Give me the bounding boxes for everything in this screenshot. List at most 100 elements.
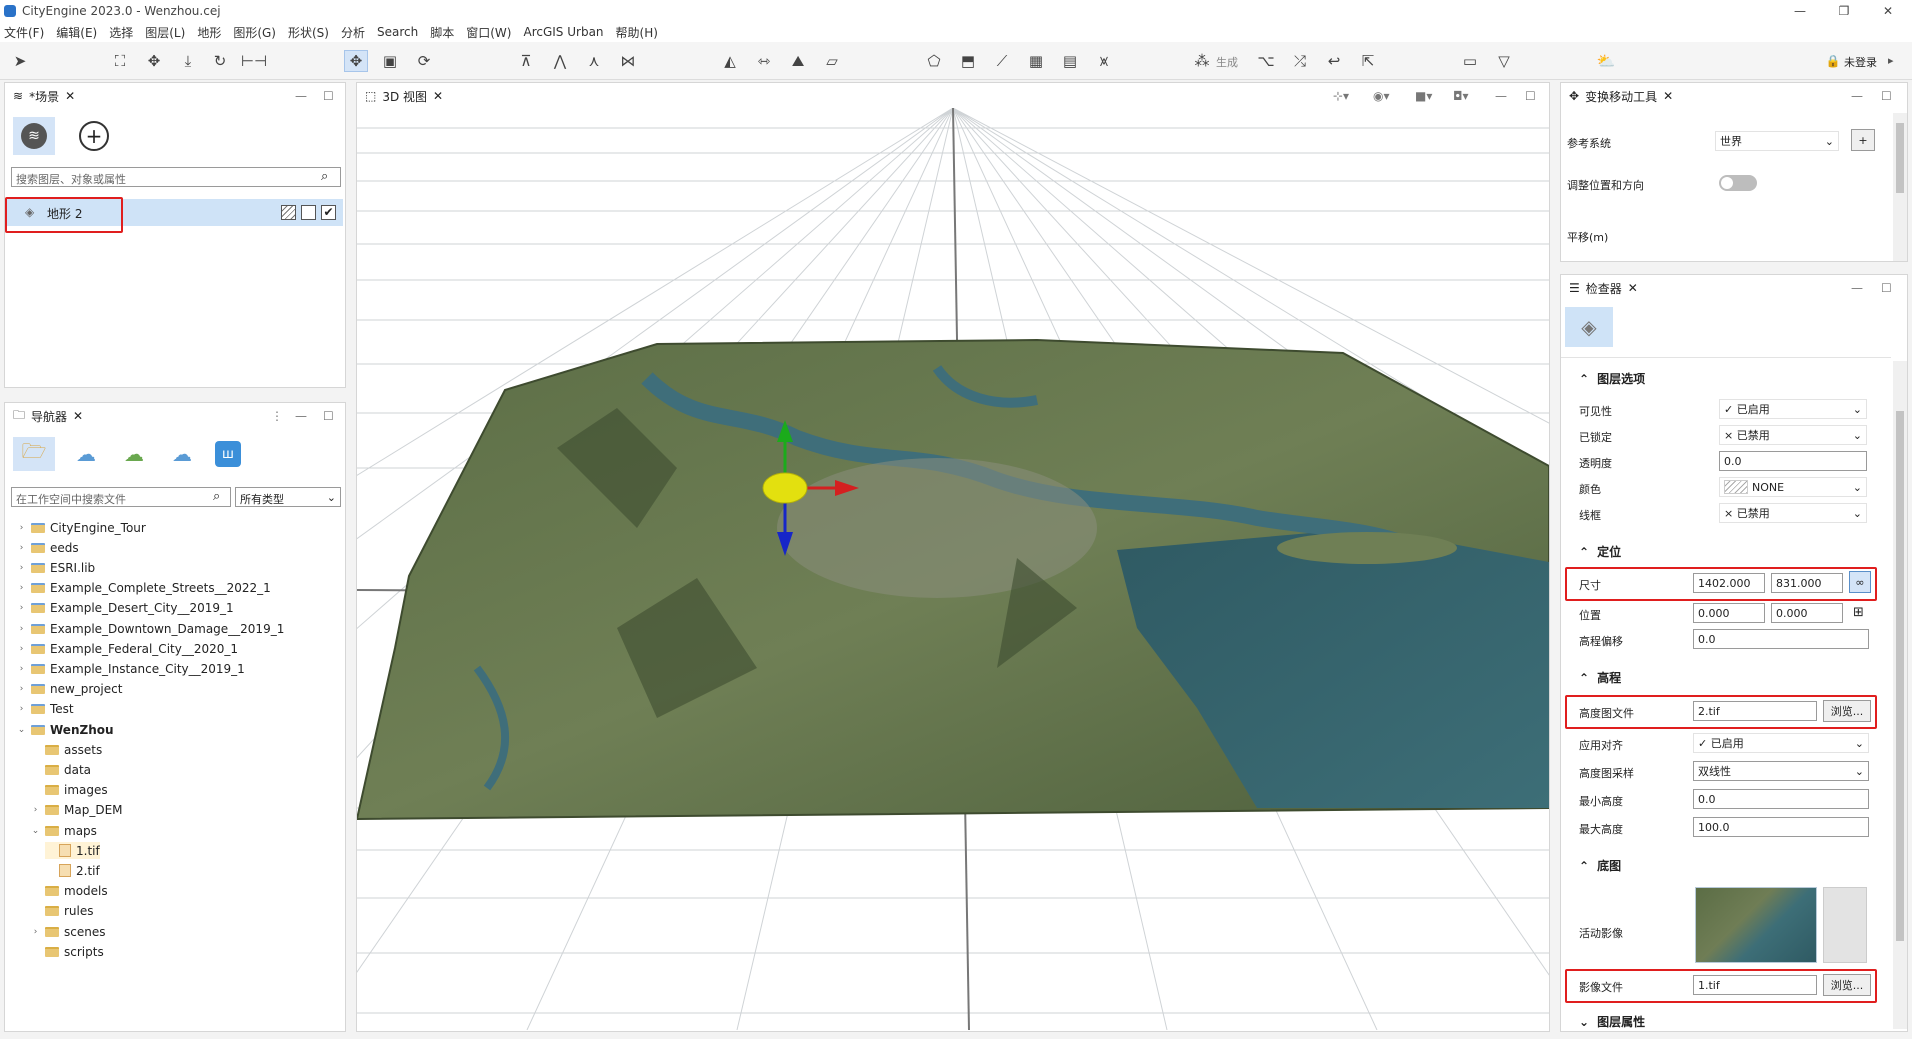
ruler-icon[interactable]: ▭ xyxy=(1458,50,1482,72)
layer-lock-checkbox[interactable] xyxy=(301,205,316,220)
basemap-header[interactable]: ⌃ 底图 xyxy=(1579,857,1621,874)
shape-edit-icon[interactable]: ◭ xyxy=(718,50,742,72)
center-handle-icon[interactable] xyxy=(762,472,808,504)
login-status[interactable]: 未登录 xyxy=(1844,54,1877,70)
menu-item[interactable]: 选择 xyxy=(109,24,133,41)
opacity-input[interactable]: 0.0 xyxy=(1719,451,1867,471)
menu-item[interactable]: 图形(G) xyxy=(233,24,276,41)
close-tab-icon[interactable]: ✕ xyxy=(1663,89,1673,103)
menu-item[interactable]: 形状(S) xyxy=(288,24,329,41)
maximize-panel-icon[interactable]: ☐ xyxy=(323,89,334,103)
layer-pattern-toggle[interactable] xyxy=(281,205,296,220)
layers-view-button[interactable]: ≋ xyxy=(13,117,55,155)
align-select[interactable]: ✓ 已启用 ⌄ xyxy=(1693,733,1869,753)
layer-options-header[interactable]: ⌃ 图层选项 xyxy=(1579,370,1645,387)
collapsed-chevron-icon[interactable]: › xyxy=(17,603,26,613)
collapsed-chevron-icon[interactable]: › xyxy=(17,704,26,714)
scene-tab[interactable]: ≋ *场景 ✕ xyxy=(5,83,83,109)
scene-search-input[interactable]: 搜索图层、对象或属性 xyxy=(11,167,341,187)
grow-street-icon[interactable]: ⋏ xyxy=(582,50,606,72)
shuffle-icon[interactable]: ⤮ xyxy=(1288,50,1312,72)
lane-tool-icon[interactable]: ⇿ xyxy=(752,50,776,72)
maximize-panel-icon[interactable]: ☐ xyxy=(323,409,334,423)
project-item[interactable]: › new_project xyxy=(17,681,123,698)
project-item[interactable]: › eeds xyxy=(17,539,79,556)
pan-tool-icon[interactable]: ✥ xyxy=(142,50,166,72)
measure-icon[interactable]: ⊢⊣ xyxy=(241,50,267,72)
arcgis-online-icon[interactable]: ☁ xyxy=(165,437,199,471)
imagery-thumbnail[interactable] xyxy=(1695,887,1817,963)
ref-system-select[interactable]: 世界 ⌄ xyxy=(1715,131,1839,151)
project-item[interactable]: ⌄ WenZhou xyxy=(17,721,114,738)
collapsed-chevron-icon[interactable]: › xyxy=(17,644,26,654)
align-terrain-icon[interactable]: ▱ xyxy=(820,50,844,72)
sampling-select[interactable]: 双线性 ⌄ xyxy=(1693,761,1869,781)
menu-item[interactable]: 窗口(W) xyxy=(466,24,511,41)
folder-item[interactable]: rules xyxy=(31,903,94,920)
curve-street-icon[interactable]: ⋀ xyxy=(548,50,572,72)
menu-item[interactable]: 分析 xyxy=(341,24,365,41)
more-options-icon[interactable]: ⋮ xyxy=(271,409,283,423)
project-item[interactable]: › Example_Downtown_Damage__2019_1 xyxy=(17,620,285,637)
street-network-icon[interactable]: ⋈ xyxy=(616,50,640,72)
folder-item[interactable]: ⌄ maps xyxy=(31,822,97,839)
cloud-upload-icon[interactable]: ☁ xyxy=(69,437,103,471)
menu-item[interactable]: Search xyxy=(377,25,418,39)
scene-canvas[interactable] xyxy=(357,108,1549,1030)
layer-visible-checkbox[interactable]: ✔ xyxy=(321,205,336,220)
compass-icon[interactable]: ▽ xyxy=(1492,50,1516,72)
adjust-toggle[interactable] xyxy=(1719,175,1757,191)
project-item[interactable]: › CityEngine_Tour xyxy=(17,519,146,536)
position-x-input[interactable]: 0.000 xyxy=(1693,603,1765,623)
camera-nav-icon[interactable]: ⊹▾ xyxy=(1333,89,1349,103)
viewport-tab[interactable]: ⬚ 3D 视图 ✕ xyxy=(357,83,451,109)
pointer-icon[interactable]: ⇱ xyxy=(1356,50,1380,72)
collapsed-chevron-icon[interactable]: › xyxy=(31,927,40,937)
shape-split-icon[interactable]: ⩙ xyxy=(1092,50,1116,72)
menu-item[interactable]: 编辑(E) xyxy=(56,24,97,41)
maximize-panel-icon[interactable]: ☐ xyxy=(1525,89,1536,103)
search-icon[interactable]: ⌕ xyxy=(321,169,328,184)
minimize-panel-icon[interactable]: — xyxy=(1851,89,1863,103)
positioning-header[interactable]: ⌃ 定位 xyxy=(1579,543,1621,560)
collapsed-chevron-icon[interactable]: › xyxy=(17,684,26,694)
minimize-panel-icon[interactable]: — xyxy=(1851,281,1863,295)
collapsed-chevron-icon[interactable]: › xyxy=(31,805,40,815)
camera-icon[interactable]: ■▾ xyxy=(1415,89,1432,103)
terrain-icon[interactable]: ⛰ xyxy=(786,50,810,72)
project-item[interactable]: › Example_Desert_City__2019_1 xyxy=(17,600,234,617)
menu-item[interactable]: 地形 xyxy=(197,24,221,41)
collapsed-chevron-icon[interactable]: › xyxy=(17,563,26,573)
project-item[interactable]: › Test xyxy=(17,701,74,718)
max-height-input[interactable]: 100.0 xyxy=(1693,817,1869,837)
menu-item[interactable]: 脚本 xyxy=(430,24,454,41)
expanded-chevron-icon[interactable]: ⌄ xyxy=(17,725,26,735)
position-y-input[interactable]: 0.000 xyxy=(1771,603,1843,623)
close-tab-icon[interactable]: ✕ xyxy=(73,409,83,423)
collapsed-chevron-icon[interactable]: › xyxy=(17,624,26,634)
folder-item[interactable]: › Map_DEM xyxy=(31,802,123,819)
menu-item[interactable]: ArcGIS Urban xyxy=(523,25,603,39)
weather-icon[interactable]: ⛅ xyxy=(1594,50,1618,72)
bookmark-icon[interactable]: ◘▾ xyxy=(1453,89,1469,103)
close-tab-icon[interactable]: ✕ xyxy=(65,89,75,103)
undo-generate-icon[interactable]: ↩ xyxy=(1322,50,1346,72)
building-icon[interactable]: ▤ xyxy=(1058,50,1082,72)
project-item[interactable]: › Example_Instance_City__2019_1 xyxy=(17,660,245,677)
elevation-header[interactable]: ⌃ 高程 xyxy=(1579,669,1621,686)
maximize-panel-icon[interactable]: ☐ xyxy=(1881,281,1892,295)
collapsed-chevron-icon[interactable]: › xyxy=(17,664,26,674)
folder-item[interactable]: data xyxy=(31,761,91,778)
anchor-grid-icon[interactable]: ⊞ xyxy=(1853,605,1864,620)
minimize-panel-icon[interactable]: — xyxy=(295,89,307,103)
close-tab-icon[interactable]: ✕ xyxy=(433,89,443,103)
wireframe-select[interactable]: × 已禁用 ⌄ xyxy=(1719,503,1867,523)
collapsed-chevron-icon[interactable]: › xyxy=(17,523,26,533)
file-item[interactable]: 2.tif xyxy=(45,862,100,879)
orbit-icon[interactable]: ↻ xyxy=(208,50,232,72)
add-ref-button[interactable]: + xyxy=(1851,129,1875,151)
project-item[interactable]: › ESRI.lib xyxy=(17,559,96,576)
project-item[interactable]: › Example_Federal_City__2020_1 xyxy=(17,640,238,657)
transform-tab[interactable]: ✥ 变换移动工具 ✕ xyxy=(1561,83,1681,109)
terrain-mesh[interactable] xyxy=(357,338,1549,821)
